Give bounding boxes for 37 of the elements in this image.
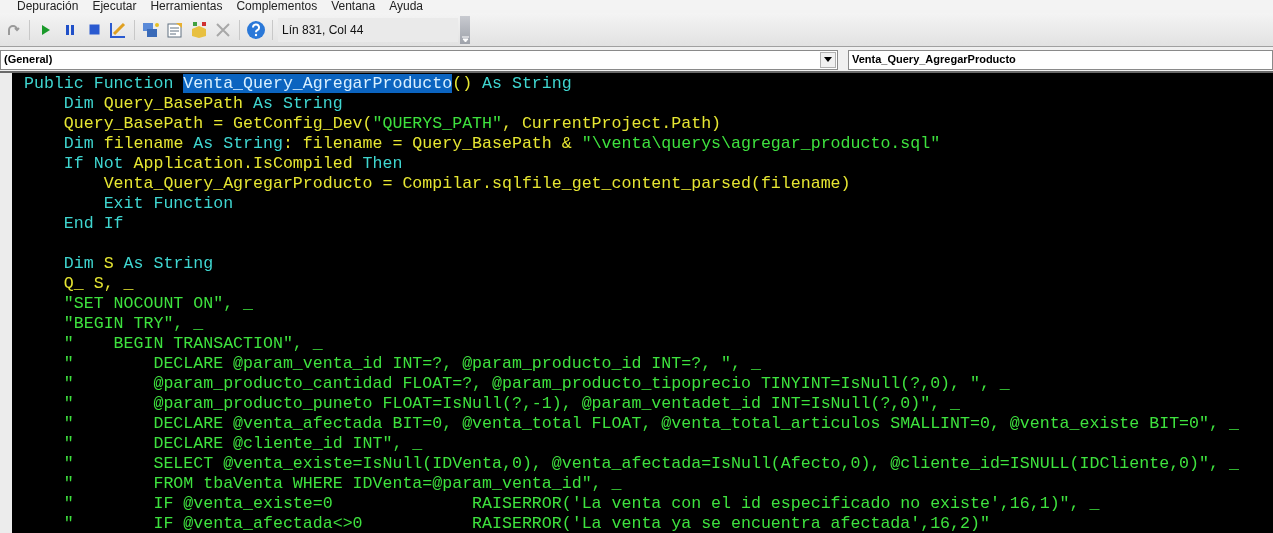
caret-icon bbox=[824, 57, 832, 62]
cursor-position: Lín 831, Col 44 bbox=[278, 17, 458, 42]
procedure-dropdown[interactable]: Venta_Query_AgregarProducto bbox=[848, 49, 1273, 70]
code-line: " IF @venta_existe=0 RAISERROR('La venta con el id especificado no existe',16,1)", _ bbox=[62, 494, 1100, 514]
menu-item[interactable]: Depuración bbox=[17, 0, 79, 13]
menu-item[interactable]: Ejecutar bbox=[92, 0, 137, 13]
code-line: Q_ S, _ bbox=[62, 274, 134, 294]
code-line: "SET NOCOUNT ON", _ bbox=[62, 294, 254, 314]
help-icon[interactable] bbox=[245, 18, 267, 41]
code-line: If Not Application.IsCompiled Then bbox=[62, 154, 403, 174]
code-line: Query_BasePath = GetConfig_Dev("QUERYS_PATH", CurrentProject.Path) bbox=[62, 114, 722, 134]
object-dropdown[interactable]: (General) bbox=[0, 49, 838, 70]
dropdown-button[interactable] bbox=[820, 51, 836, 68]
code-line: " @param_producto_puneto FLOAT=IsNull(?,-1), @param_ventadet_id INT=IsNull(?,0)", _ bbox=[62, 394, 961, 414]
code-line: " SELECT @venta_existe=IsNull(IDVenta,0), @venta_afectada=IsNull(Afecto,0), @cliente_id=ISNULL(IDCliente,0)", _ bbox=[62, 454, 1239, 474]
code-line: " DECLARE @venta_afectada BIT=0, @venta_total FLOAT, @venta_total_articulos SMALLINT=0, @venta_existe BIT=0", _ bbox=[62, 414, 1239, 434]
caret-icon bbox=[461, 35, 469, 42]
code-line: End If bbox=[62, 214, 124, 234]
code-line: "BEGIN TRY", _ bbox=[62, 314, 204, 334]
code-line: Venta_Query_AgregarProducto = Compilar.sqlfile_get_content_parsed(filename) bbox=[102, 174, 851, 194]
code-line: " IF @venta_afectada<>0 RAISERROR('La venta ya se encuentra afectada',16,2)" bbox=[62, 514, 990, 533]
menu-item[interactable]: Herramientas bbox=[150, 0, 223, 13]
code-line: " DECLARE @param_venta_id INT=?, @param_producto_id INT=?, ", _ bbox=[62, 354, 761, 374]
menu-item[interactable]: Complementos bbox=[236, 0, 318, 13]
menu-item[interactable]: Ayuda bbox=[389, 0, 423, 13]
code-line: Dim S As String bbox=[62, 254, 214, 274]
toolbar-overflow-button[interactable] bbox=[460, 15, 470, 44]
code-line: Dim Query_BasePath As String bbox=[62, 94, 343, 114]
code-line: " @param_producto_cantidad FLOAT=?, @param_producto_tipoprecio TINYINT=IsNull(?,0), ", _ bbox=[62, 374, 1010, 394]
code-line: Exit Function bbox=[102, 194, 234, 214]
code-line: " DECLARE @cliente_id INT", _ bbox=[62, 434, 423, 454]
code-line: Dim filename As String: filename = Query_BasePath & "\venta\querys\agregar_producto.sql" bbox=[62, 134, 941, 154]
code-line: Public Function Venta_Query_AgregarProducto() As String bbox=[24, 74, 572, 94]
menu-item[interactable]: Ventana bbox=[331, 0, 376, 13]
code-line: " BEGIN TRANSACTION", _ bbox=[62, 334, 323, 354]
code-line: " FROM tbaVenta WHERE IDVenta=@param_venta_id", _ bbox=[62, 474, 622, 494]
code-editor[interactable] bbox=[12, 73, 1273, 533]
